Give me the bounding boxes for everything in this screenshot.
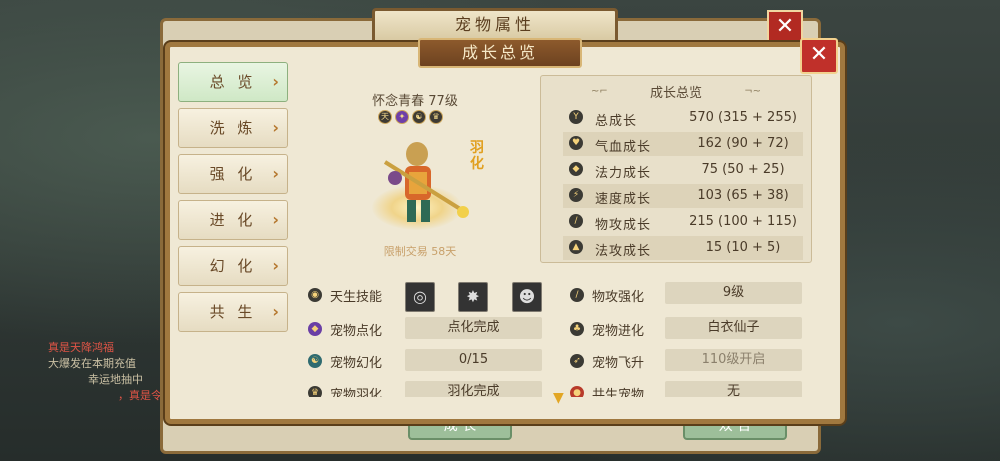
feather-value: 羽化完成 [405,381,542,397]
evolve-icon: ♣ [570,322,584,336]
growth-label: 物攻成长 [595,218,652,233]
sidebar-item-label: 共 生 [209,303,257,321]
growth-label: 法力成长 [595,166,652,181]
growth-label: 气血成长 [595,140,652,155]
chevron-right-icon: › [272,210,279,229]
chat-line: 大爆发在本期充值 [48,357,136,370]
pet-character-sprite[interactable] [365,132,475,242]
transform-label: 宠物幻化 [330,356,383,371]
sidebar: 总 览 › 洗 炼 › 强 化 › 进 化 › 幻 化 › 共 生 › [178,62,288,338]
growth-stats-panel: ~⌐ 成长总览 ¬~ Y 总成长 570 (315 + 255) ♥ 气血成长 … [540,75,812,263]
chevron-right-icon: › [272,72,279,91]
sidebar-item-label: 强 化 [209,165,257,183]
innate-skill-icon: ◉ [308,288,322,302]
sidebar-item-overview[interactable]: 总 览 › [178,62,288,102]
sidebar-item-label: 幻 化 [209,257,257,275]
growth-row: Y 总成长 570 (315 + 255) [563,106,803,130]
sidebar-item-label: 进 化 [209,211,257,229]
enlighten-label: 宠物点化 [330,324,383,339]
chat-line: ，真是令 [118,389,162,402]
close-icon[interactable]: ✕ [800,38,838,74]
growth-row: ♥ 气血成长 162 (90 + 72) [563,132,803,156]
symbiosis-label: 共生宠物 [592,388,645,397]
chat-line: 幸运地抽中 [88,373,143,386]
star-badge-icon: ✦ [395,110,409,124]
enlighten-icon: ◆ [308,322,322,336]
sidebar-item-label: 总 览 [209,73,257,91]
pet-name: 怀念青春 77级 [372,94,458,109]
feather-label: 羽化 [470,140,484,172]
growth-value: 15 (10 + 5) [705,240,781,255]
evolve-value: 白衣仙子 [665,317,802,339]
transform-icon: ☯ [308,354,322,368]
total-growth-icon: Y [569,110,583,124]
ascend-value: 110级开启 [665,349,802,371]
growth-row: / 物攻成长 215 (100 + 115) [563,210,803,234]
growth-label: 总成长 [595,114,638,129]
mana-growth-icon: ◆ [569,162,583,176]
growth-value: 103 (65 + 38) [697,188,789,203]
skill-slot-1-icon[interactable]: ◎ [405,282,435,312]
chevron-right-icon: › [272,302,279,321]
symbiosis-value: 无 [665,381,802,397]
growth-title: 成长总览 [649,86,702,101]
physical-strengthen-label: 物攻强化 [592,290,645,305]
growth-row: ⚡ 速度成长 103 (65 + 38) [563,184,803,208]
chat-log: 真是天降鸿福 大爆发在本期充值 幸运地抽中 ，真是令 [48,340,178,450]
ornament-right-icon: ¬~ [744,86,761,97]
growth-label: 速度成长 [595,192,652,207]
sidebar-item-strengthen[interactable]: 强 化 › [178,154,288,194]
skill-slot-3-icon[interactable]: ☻ [512,282,542,312]
physical-attack-growth-icon: / [569,214,583,228]
pet-badges: 天 ✦ ☯ ♛ [378,110,443,124]
chevron-right-icon: › [272,118,279,137]
growth-row: ◆ 法力成长 75 (50 + 25) [563,158,803,182]
sidebar-item-evolve[interactable]: 进 化 › [178,200,288,240]
growth-value: 75 (50 + 25) [701,162,785,177]
attributes-scroll-area[interactable]: ◉ 天生技能 ◎ ✸ ☻ ◆ 宠物点化 点化完成 ☯ 宠物幻化 0/15 ♛ 宠… [300,270,820,397]
back-close-icon[interactable]: ✕ [767,10,803,46]
sidebar-item-symbiosis[interactable]: 共 生 › [178,292,288,332]
skill-slot-2-icon[interactable]: ✸ [458,282,488,312]
growth-label: 法攻成长 [595,244,652,259]
innate-skill-label: 天生技能 [330,290,383,305]
chat-line: 真是天降鸿福 [48,341,114,354]
symbiosis-icon: ● [570,386,584,397]
scroll-down-icon[interactable]: ▼ [553,390,564,406]
heaven-badge-icon: 天 [378,110,392,124]
feather-attr-label: 宠物羽化 [330,388,383,397]
speed-growth-icon: ⚡ [569,188,583,202]
sidebar-item-transform[interactable]: 幻 化 › [178,246,288,286]
sidebar-item-refine[interactable]: 洗 炼 › [178,108,288,148]
growth-row: ▲ 法攻成长 15 (10 + 5) [563,236,803,260]
panel-title: 成长总览 [418,38,582,68]
magic-attack-growth-icon: ▲ [569,240,583,254]
ascend-label: 宠物飞升 [592,356,645,371]
growth-value: 215 (100 + 115) [689,214,797,229]
chevron-right-icon: › [272,256,279,275]
feather-icon: ♛ [308,386,322,397]
transform-value: 0/15 [405,349,542,371]
hp-growth-icon: ♥ [569,136,583,150]
enlighten-value: 点化完成 [405,317,542,339]
trade-limit: 限制交易 58天 [383,245,457,258]
crown-badge-icon: ♛ [429,110,443,124]
growth-value: 570 (315 + 255) [689,110,797,125]
yin-yang-badge-icon: ☯ [412,110,426,124]
ascend-icon: ➶ [570,354,584,368]
physical-strengthen-icon: / [570,288,584,302]
physical-strengthen-value: 9级 [665,282,802,304]
chevron-right-icon: › [272,164,279,183]
growth-value: 162 (90 + 72) [697,136,789,151]
evolve-label: 宠物进化 [592,324,645,339]
sidebar-item-label: 洗 炼 [209,119,257,137]
